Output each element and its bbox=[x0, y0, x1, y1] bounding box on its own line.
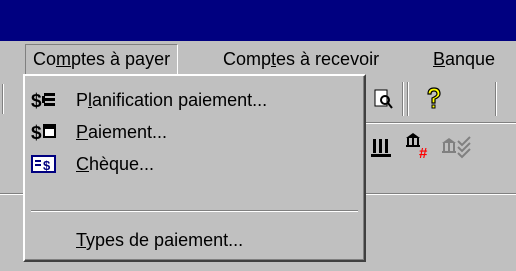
menu-bar: Comptes à payer Comptes à recevoir Banqu… bbox=[0, 41, 516, 78]
svg-text:$: $ bbox=[43, 158, 51, 173]
bank-number-icon[interactable]: # bbox=[404, 130, 434, 162]
menu-item-types-de-paiement[interactable]: Types de paiement... bbox=[27, 224, 362, 256]
menu-comptes-a-recevoir[interactable]: Comptes à recevoir bbox=[216, 45, 386, 74]
comptes-a-payer-dropdown: $ Planification paiement... $ Paiement..… bbox=[23, 74, 366, 262]
bank-transfer-icon[interactable] bbox=[368, 134, 394, 160]
menu-separator bbox=[31, 210, 358, 212]
menu-item-cheque[interactable]: $ Chèque... bbox=[27, 148, 362, 180]
help-icon[interactable] bbox=[419, 84, 449, 114]
svg-text:$: $ bbox=[31, 91, 42, 111]
title-bar bbox=[0, 0, 516, 41]
print-preview-icon[interactable] bbox=[370, 86, 396, 112]
menu-item-label: Chèque... bbox=[76, 154, 155, 174]
svg-text:$: $ bbox=[31, 123, 42, 143]
dollar-payment-icon: $ bbox=[31, 120, 57, 144]
menu-item-label: Paiement... bbox=[76, 122, 168, 142]
toolbar-row-separator bbox=[366, 122, 516, 124]
menu-item-planification-paiement[interactable]: $ Planification paiement... bbox=[27, 84, 362, 116]
toolbar-separator bbox=[407, 82, 409, 116]
menu-item-label: Types de paiement... bbox=[76, 230, 244, 250]
toolbar-separator bbox=[2, 84, 4, 114]
menu-comptes-a-payer[interactable]: Comptes à payer bbox=[25, 44, 179, 75]
svg-text:#: # bbox=[419, 145, 428, 160]
menu-item-paiement[interactable]: $ Paiement... bbox=[27, 116, 362, 148]
toolbar-separator bbox=[495, 82, 497, 116]
menu-item-label: Planification paiement... bbox=[76, 90, 268, 110]
check-icon: $ bbox=[31, 152, 57, 176]
dollar-schedule-icon: $ bbox=[31, 88, 57, 112]
bank-reconcile-icon[interactable] bbox=[440, 134, 474, 160]
toolbar-separator bbox=[402, 82, 404, 116]
menu-banque[interactable]: Banque bbox=[426, 45, 502, 74]
